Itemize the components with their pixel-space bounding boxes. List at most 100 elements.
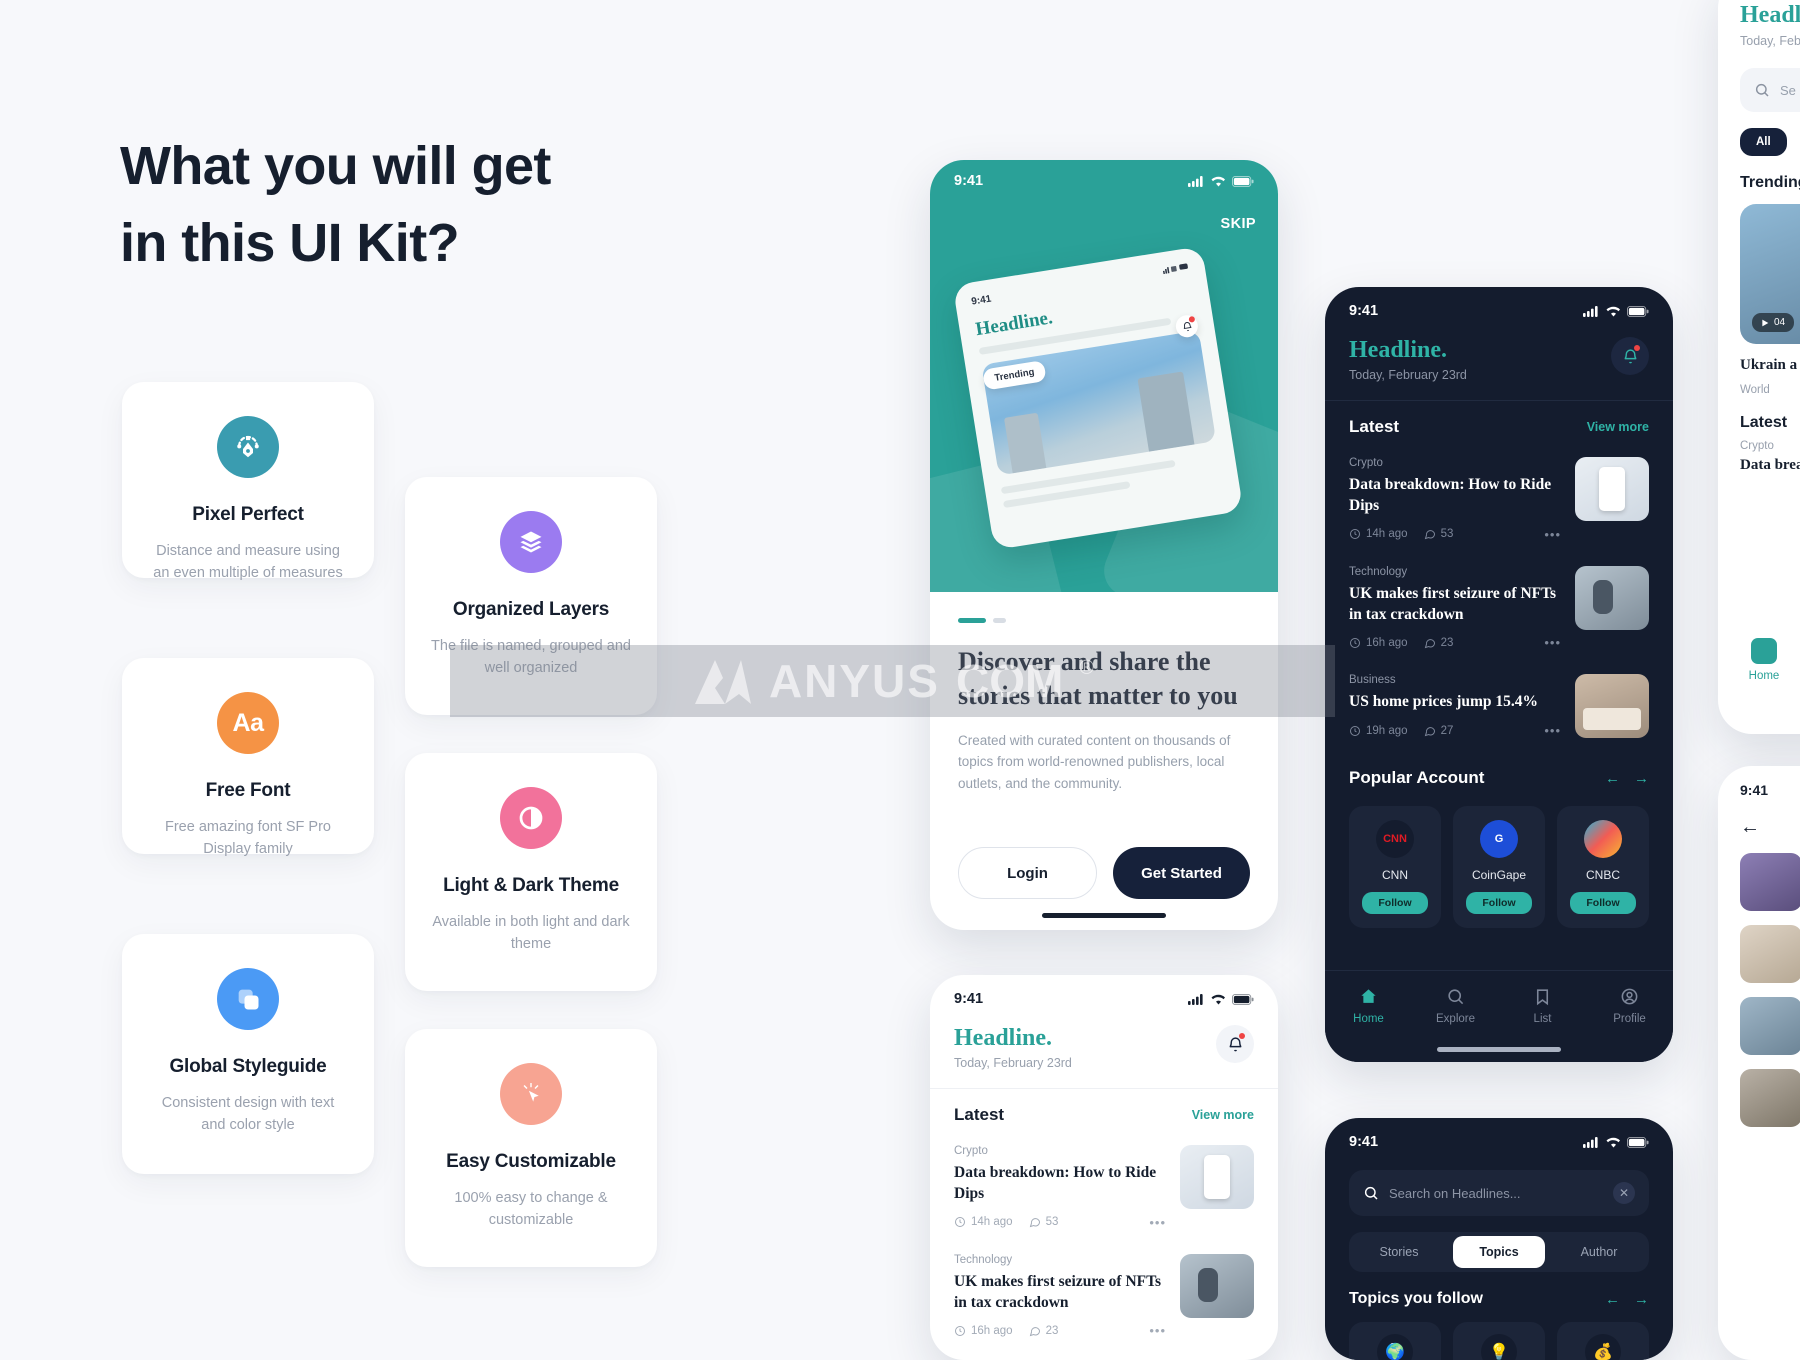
feature-card-pixel-perfect[interactable]: Pixel Perfect Distance and measure using…: [122, 382, 374, 581]
comment-icon: [1029, 1327, 1040, 1337]
news-list-item[interactable]: Technology UK makes first seizure of NFT…: [930, 1244, 1278, 1353]
topic-card-globe[interactable]: 🌍: [1349, 1322, 1441, 1360]
feature-desc: Distance and measure using an even multi…: [153, 543, 343, 582]
segment-author[interactable]: Author: [1553, 1236, 1645, 1268]
news-list-item[interactable]: Business US home prices jump 15.4% 19h a…: [1325, 664, 1673, 752]
section-title-latest: Latest: [1740, 413, 1788, 431]
search-field[interactable]: Se: [1740, 68, 1800, 112]
news-more-button[interactable]: •••: [1544, 635, 1561, 650]
follow-button[interactable]: Follow: [1570, 892, 1636, 915]
comment-icon: [1424, 726, 1435, 736]
feature-card-free-font[interactable]: Aa Free Font Free amazing font SF Pro Di…: [122, 658, 374, 857]
login-button[interactable]: Login: [958, 847, 1097, 900]
follow-button[interactable]: Follow: [1362, 892, 1428, 915]
topic-card-bulb[interactable]: 💡: [1453, 1322, 1545, 1360]
tab-label: Home: [1353, 1013, 1384, 1025]
tab-home-partial[interactable]: Home: [1742, 638, 1786, 690]
notification-bell-button[interactable]: [1611, 337, 1649, 375]
page-title-line1: What you will get: [120, 136, 551, 196]
list-item[interactable]: [1718, 1055, 1800, 1127]
topic-card-money[interactable]: 💰: [1557, 1322, 1649, 1360]
user-icon: [1621, 988, 1638, 1005]
article-title: Data brea Ride Dip: [1740, 456, 1800, 473]
arrow-right-icon[interactable]: →: [1634, 1291, 1649, 1308]
latest-section-header: Latest View more: [1325, 401, 1673, 447]
comment-icon: [1424, 530, 1435, 540]
news-more-button[interactable]: •••: [1149, 1215, 1166, 1230]
feature-card-global-styleguide[interactable]: Global Styleguide Consistent design with…: [122, 934, 374, 1174]
onboarding-actions: Login Get Started: [930, 847, 1278, 900]
layers-icon: [500, 511, 562, 573]
feature-card-light-dark-theme[interactable]: Light & Dark Theme Available in both lig…: [405, 753, 657, 991]
account-card-cnn[interactable]: CNN CNN Follow: [1349, 806, 1441, 929]
news-list-item[interactable]: Crypto Data breakdown: How to Ride Dips …: [930, 1135, 1278, 1244]
list-item[interactable]: [1718, 911, 1800, 983]
search-input[interactable]: Search on Headlines...: [1389, 1186, 1603, 1201]
list-thumbnail: [1740, 997, 1800, 1055]
news-thumbnail: [1180, 1253, 1254, 1318]
tab-label: Profile: [1613, 1013, 1646, 1025]
notification-bell-button[interactable]: [1216, 1025, 1254, 1063]
home-indicator: [1042, 913, 1166, 918]
segment-topics[interactable]: Topics: [1453, 1236, 1545, 1268]
list-item[interactable]: [1718, 983, 1800, 1055]
news-time: 14h ago: [1349, 528, 1408, 540]
carousel-controls[interactable]: ← →: [1605, 1291, 1649, 1308]
segment-stories[interactable]: Stories: [1353, 1236, 1445, 1268]
news-list-item[interactable]: Technology UK makes first seizure of NFT…: [1325, 556, 1673, 665]
clock-icon: [1350, 529, 1360, 540]
arrow-left-icon[interactable]: ←: [1605, 770, 1620, 787]
tab-explore[interactable]: Explore: [1412, 987, 1499, 1025]
arrow-left-icon[interactable]: ←: [1718, 798, 1800, 839]
feature-title: Pixel Perfect: [192, 504, 304, 525]
account-card-cnbc[interactable]: CNBC Follow: [1557, 806, 1649, 929]
search-input[interactable]: Se: [1780, 83, 1796, 98]
tab-home[interactable]: Home: [1325, 987, 1412, 1025]
preview-article-image: [981, 330, 1217, 476]
news-more-button[interactable]: •••: [1544, 723, 1561, 738]
status-time: 9:41: [1349, 303, 1379, 319]
account-card-coingape[interactable]: G CoinGape Follow: [1453, 806, 1545, 929]
page-indicator[interactable]: [958, 618, 1250, 623]
phone-light-home-screen: 9:41 Headline. Today, February 23rd Late…: [930, 975, 1278, 1360]
font-aa-label: Aa: [232, 708, 264, 737]
news-title: UK makes first seizure of NFTs in tax cr…: [1349, 584, 1557, 623]
arrow-left-icon[interactable]: ←: [1605, 1291, 1620, 1308]
status-time: 9:41: [954, 173, 984, 189]
skip-button[interactable]: SKIP: [1221, 216, 1256, 232]
trending-tag: World: [1740, 383, 1770, 396]
comment-icon: [1424, 639, 1435, 649]
wifi-icon: [1211, 994, 1225, 1004]
battery-icon: [1232, 175, 1254, 187]
home-icon: [1361, 989, 1376, 1003]
bulb-icon: 💡: [1481, 1334, 1517, 1360]
onboarding-preview-card: 9:41 Headline. Trending: [952, 245, 1244, 551]
clear-icon[interactable]: ✕: [1613, 1182, 1635, 1204]
search-field[interactable]: Search on Headlines... ✕: [1349, 1170, 1649, 1216]
tab-list[interactable]: List: [1499, 987, 1586, 1025]
onboarding-hero: 9:41 SKIP 9:41 Headline. Trending: [930, 160, 1278, 592]
view-more-link[interactable]: View more: [1192, 1108, 1254, 1122]
news-more-button[interactable]: •••: [1544, 527, 1561, 542]
wifi-icon: [1606, 306, 1620, 316]
news-time: 16h ago: [954, 1325, 1013, 1337]
news-list-item[interactable]: Crypto Data breakdown: How to Ride Dips …: [1325, 447, 1673, 556]
news-more-button[interactable]: •••: [1149, 1323, 1166, 1338]
account-name: CNN: [1382, 868, 1408, 883]
view-more-link[interactable]: View more: [1587, 420, 1649, 434]
trending-hero-image[interactable]: 04: [1740, 204, 1800, 344]
feature-card-easy-customizable[interactable]: Easy Customizable 100% easy to change & …: [405, 1029, 657, 1267]
tab-profile[interactable]: Profile: [1586, 987, 1673, 1025]
pen-tool-icon: [217, 416, 279, 478]
chip-all[interactable]: All: [1740, 128, 1787, 156]
article-category: Crypto: [1740, 439, 1774, 452]
page-title: What you will get in this UI Kit?: [120, 128, 551, 281]
list-item[interactable]: [1718, 839, 1800, 911]
carousel-controls[interactable]: ← →: [1605, 770, 1649, 787]
search-icon: [1448, 989, 1464, 1005]
arrow-right-icon[interactable]: →: [1634, 770, 1649, 787]
status-icons: [1188, 175, 1254, 187]
get-started-button[interactable]: Get Started: [1113, 847, 1250, 900]
follow-button[interactable]: Follow: [1466, 892, 1532, 915]
watermark-suffix: COM: [955, 655, 1064, 707]
